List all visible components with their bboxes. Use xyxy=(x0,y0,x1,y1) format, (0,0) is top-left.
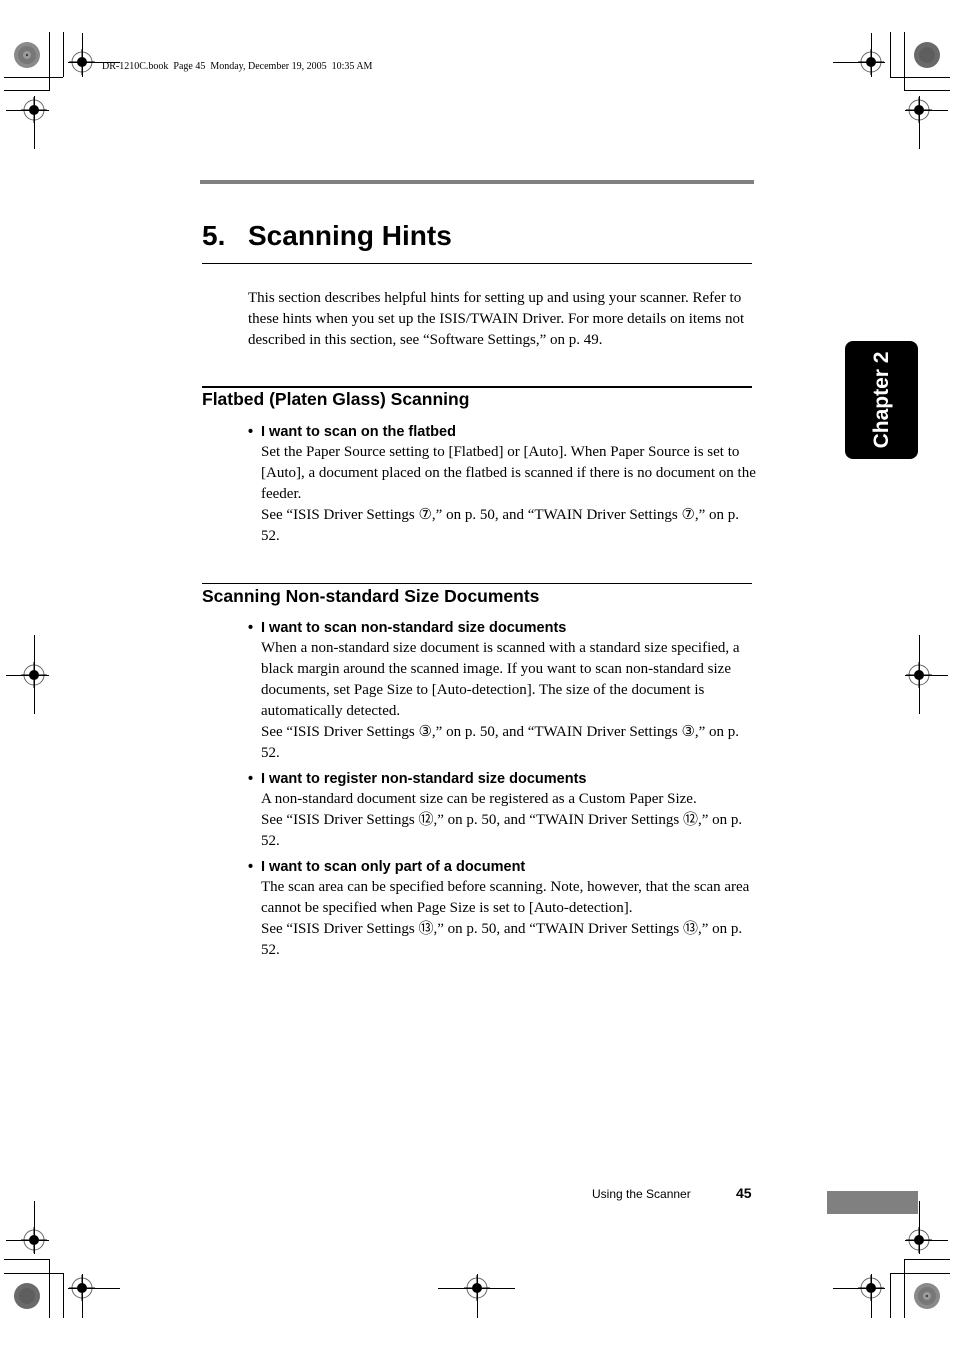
hint-reference: See “ISIS Driver Settings ③,” on p. 50, … xyxy=(261,724,740,761)
hint-text: Set the Paper Source setting to [Flatbed… xyxy=(261,444,756,502)
crop-mark xyxy=(34,635,35,714)
hint-reference: See “ISIS Driver Settings ⑦,” on p. 50, … xyxy=(261,507,740,544)
crop-mark xyxy=(890,1273,891,1318)
hint-item: • I want to register non-standard size d… xyxy=(248,769,758,852)
bullet: • xyxy=(248,424,254,440)
crop-mark xyxy=(49,1259,50,1318)
hint-text: The scan area can be specified before sc… xyxy=(261,879,750,916)
crop-mark xyxy=(4,1259,50,1260)
crop-mark xyxy=(905,675,948,676)
bullet: • xyxy=(248,859,254,875)
crop-mark xyxy=(49,32,50,90)
hint-body: The scan area can be specified before sc… xyxy=(248,877,758,961)
hint-reference: See “ISIS Driver Settings ⑫,” on p. 50, … xyxy=(261,812,743,849)
star-target-icon xyxy=(13,41,41,69)
crop-mark xyxy=(34,96,35,149)
crop-mark xyxy=(904,90,950,91)
crop-mark xyxy=(6,110,49,111)
hint-heading: • I want to register non-standard size d… xyxy=(248,769,758,789)
chapter-section-number: 5. xyxy=(202,220,226,251)
crop-mark xyxy=(905,1240,948,1241)
crop-mark xyxy=(904,32,905,90)
crop-mark xyxy=(890,1273,950,1274)
hint-item: • I want to scan non-standard size docum… xyxy=(248,618,758,764)
crop-mark xyxy=(6,1240,49,1241)
page-title: 5. Scanning Hints xyxy=(202,217,452,255)
crop-mark xyxy=(34,1201,35,1254)
crop-mark xyxy=(919,96,920,149)
section-heading: Flatbed (Platen Glass) Scanning xyxy=(202,389,470,409)
page-number: 45 xyxy=(736,1185,752,1201)
crop-mark xyxy=(833,62,885,63)
crop-mark xyxy=(4,77,63,78)
hint-body: Set the Paper Source setting to [Flatbed… xyxy=(248,442,758,547)
crop-mark xyxy=(6,675,49,676)
hint-text: When a non-standard size document is sca… xyxy=(261,640,740,719)
star-target-icon xyxy=(913,1282,941,1310)
crop-mark xyxy=(63,32,64,77)
crop-mark xyxy=(871,1274,872,1318)
section-rule xyxy=(202,583,752,584)
crop-mark xyxy=(82,33,83,77)
hint-heading-text: I want to scan on the flatbed xyxy=(261,424,456,440)
header-rule xyxy=(200,180,754,184)
crop-mark xyxy=(890,77,950,78)
hint-heading: • I want to scan non-standard size docum… xyxy=(248,618,758,638)
title-rule xyxy=(202,263,752,264)
crop-mark xyxy=(890,32,891,77)
chapter-tab-label: Chapter 2 xyxy=(869,351,893,449)
chapter-tab: Chapter 2 xyxy=(845,341,918,459)
hint-heading: • I want to scan on the flatbed xyxy=(248,422,758,442)
crop-mark xyxy=(904,1259,905,1318)
crop-mark xyxy=(919,635,920,714)
hint-item: • I want to scan on the flatbed Set the … xyxy=(248,422,758,547)
crop-mark xyxy=(919,1201,920,1254)
hint-heading: • I want to scan only part of a document xyxy=(248,857,758,877)
crop-mark xyxy=(68,1288,120,1289)
hint-reference: See “ISIS Driver Settings ⑬,” on p. 50, … xyxy=(261,921,743,958)
star-target-icon xyxy=(913,41,941,69)
hint-heading-text: I want to register non-standard size doc… xyxy=(261,771,587,787)
crop-mark xyxy=(82,1274,83,1318)
star-target-icon xyxy=(13,1282,41,1310)
crop-mark xyxy=(833,1288,885,1289)
crop-mark xyxy=(871,33,872,77)
hint-heading-text: I want to scan only part of a document xyxy=(261,859,526,875)
crop-mark xyxy=(63,1273,64,1318)
print-slug: DR-1210C.book Page 45 Monday, December 1… xyxy=(102,61,373,72)
crop-mark xyxy=(477,1274,478,1318)
footer-section-label: Using the Scanner xyxy=(592,1187,691,1201)
page-title-text: Scanning Hints xyxy=(248,220,452,251)
bullet: • xyxy=(248,620,254,636)
bullet: • xyxy=(248,771,254,787)
crop-mark xyxy=(4,1273,63,1274)
section-heading: Scanning Non-standard Size Documents xyxy=(202,586,540,606)
hint-text: A non-standard document size can be regi… xyxy=(261,791,697,807)
footer-thumb-bar xyxy=(827,1191,918,1214)
hint-body: A non-standard document size can be regi… xyxy=(248,789,758,852)
crop-mark xyxy=(4,90,50,91)
crop-mark xyxy=(905,110,948,111)
intro-paragraph: This section describes helpful hints for… xyxy=(248,290,745,348)
hint-heading-text: I want to scan non-standard size documen… xyxy=(261,620,567,636)
crop-mark xyxy=(904,1259,950,1260)
hint-body: When a non-standard size document is sca… xyxy=(248,638,758,764)
hint-item: • I want to scan only part of a document… xyxy=(248,857,758,961)
